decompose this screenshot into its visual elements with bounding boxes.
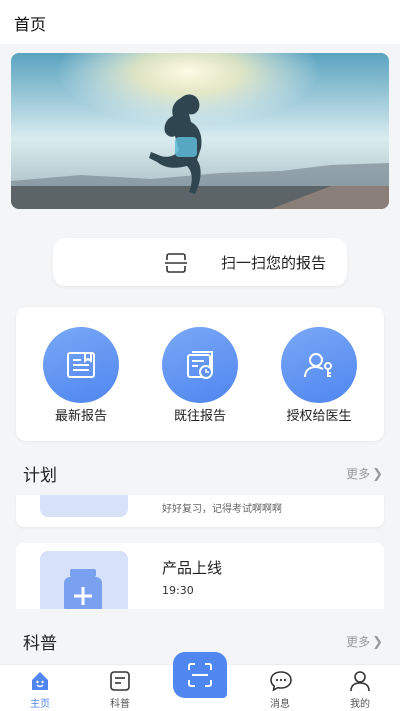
scan-icon (165, 253, 187, 273)
authorize-doctor-label: 授权给医生 (286, 409, 352, 424)
science-more-label: 更多 (346, 635, 371, 649)
plan-item-thumbnail (40, 495, 128, 517)
scan-report-label: 扫一扫您的报告 (221, 254, 327, 272)
medicine-bottle-icon (64, 569, 102, 609)
banner-image[interactable] (11, 53, 389, 209)
plan-item-title: 产品上线 (162, 559, 223, 577)
plan-item-time: 19:30 (162, 584, 194, 597)
authorize-doctor-icon-circle (281, 327, 357, 403)
page-title: 首页 (14, 15, 47, 34)
authorize-doctor-icon (304, 353, 332, 378)
home-icon (32, 672, 48, 690)
science-section-title: 科普 (23, 634, 57, 654)
article-icon (110, 671, 130, 691)
plan-item-card[interactable]: 产品上线 19:30 (16, 543, 384, 609)
report-icon-circle (43, 327, 119, 403)
nav-messages[interactable]: 消息 (250, 665, 310, 711)
plan-item-thumbnail (40, 551, 128, 609)
latest-report-button[interactable]: 最新报告 (31, 307, 131, 441)
latest-report-label: 最新报告 (54, 409, 107, 424)
plan-item-note: 好好复习，记得考试啊啊啊 (162, 504, 282, 515)
nav-science-label: 科普 (110, 699, 130, 710)
past-reports-label: 既往报告 (173, 409, 226, 424)
history-report-icon (187, 351, 213, 379)
plan-more-link[interactable]: 更多 ❯ (346, 465, 383, 482)
plan-more-label: 更多 (346, 467, 371, 481)
nav-profile[interactable]: 我的 (330, 665, 390, 711)
plan-section-title: 计划 (23, 466, 57, 486)
nav-science[interactable]: 科普 (90, 665, 150, 711)
nav-profile-label: 我的 (350, 699, 370, 710)
authorize-doctor-button[interactable]: 授权给医生 (269, 307, 369, 441)
nav-home[interactable]: 主页 (10, 665, 70, 711)
top-bar: 首页 (0, 0, 400, 44)
nav-messages-label: 消息 (270, 699, 290, 710)
scan-report-button[interactable]: 扫一扫您的报告 (53, 238, 347, 286)
science-more-link[interactable]: 更多 ❯ (346, 633, 383, 650)
profile-icon (350, 671, 370, 692)
plan-item-card[interactable]: 好好复习，记得考试啊啊啊 (16, 495, 384, 527)
center-scan-button[interactable] (173, 652, 227, 698)
past-reports-button[interactable]: 既往报告 (150, 307, 250, 441)
scan-icon (188, 663, 212, 687)
chevron-right-icon: ❯ (372, 635, 383, 650)
quick-actions-card: 最新报告 既往报告 授权给医生 (16, 307, 384, 441)
message-icon (270, 671, 292, 692)
history-report-icon-circle (162, 327, 238, 403)
report-icon (67, 352, 95, 378)
nav-home-label: 主页 (30, 699, 50, 710)
plan-section-header: 计划 更多 ❯ (0, 461, 400, 489)
chevron-right-icon: ❯ (372, 467, 383, 482)
